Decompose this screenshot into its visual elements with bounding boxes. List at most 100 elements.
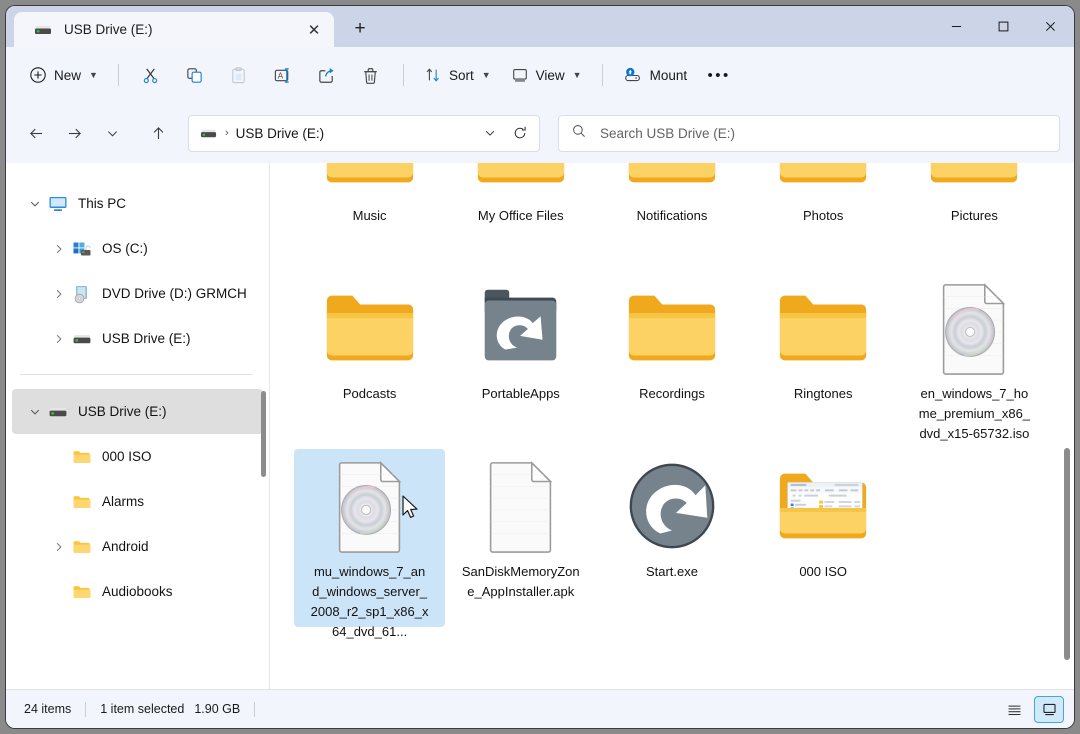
sidebar-item-label: 000 ISO bbox=[102, 449, 152, 464]
file-item[interactable]: PortableApps bbox=[445, 271, 596, 449]
chevron-down-icon[interactable] bbox=[22, 198, 48, 210]
sidebar-item-alarms[interactable]: Alarms bbox=[12, 479, 263, 524]
paste-button[interactable] bbox=[218, 57, 260, 93]
forward-button[interactable] bbox=[56, 115, 92, 151]
status-divider-2 bbox=[254, 702, 255, 717]
folder-thumbnail-icon bbox=[774, 457, 872, 555]
file-item[interactable]: 000 ISO bbox=[748, 449, 899, 627]
chevron-right-icon[interactable] bbox=[46, 333, 72, 345]
sidebar-item-dvd-drive-d-grmch[interactable]: DVD Drive (D:) GRMCH bbox=[12, 271, 263, 316]
sort-button[interactable]: Sort ▼ bbox=[415, 57, 500, 93]
toolbar-divider-3 bbox=[602, 64, 603, 86]
content-scrollbar[interactable] bbox=[1064, 448, 1070, 660]
sidebar-item-usb-drive-e[interactable]: USB Drive (E:) bbox=[12, 316, 263, 361]
file-item[interactable]: en_windows_7_home_premium_x86_dvd_x15-65… bbox=[899, 271, 1050, 449]
view-icon bbox=[511, 66, 529, 84]
details-view-button[interactable] bbox=[999, 696, 1029, 723]
file-item[interactable]: Ringtones bbox=[748, 271, 899, 449]
arrow-right-icon bbox=[66, 125, 83, 142]
minimize-button[interactable] bbox=[933, 6, 980, 47]
address-row: › USB Drive (E:) Search US bbox=[6, 103, 1074, 163]
back-button[interactable] bbox=[18, 115, 54, 151]
sidebar-item-usb-drive-e[interactable]: USB Drive (E:) bbox=[12, 389, 263, 434]
maximize-button[interactable] bbox=[980, 6, 1027, 47]
more-options-button[interactable]: ••• bbox=[698, 57, 740, 93]
chevron-right-icon[interactable] bbox=[46, 541, 72, 553]
folder-icon bbox=[72, 537, 92, 557]
sidebar-item-000-iso[interactable]: 000 ISO bbox=[12, 434, 263, 479]
tab-strip: USB Drive (E:) ✕ + bbox=[6, 6, 378, 47]
file-item-label: Start.exe bbox=[613, 562, 731, 582]
copy-button[interactable] bbox=[174, 57, 216, 93]
file-item[interactable]: Recordings bbox=[596, 271, 747, 449]
file-item[interactable]: Podcasts bbox=[294, 271, 445, 449]
file-item-selected[interactable]: mu_windows_7_and_windows_server_2008_r2_… bbox=[294, 449, 445, 627]
paste-icon bbox=[229, 66, 248, 85]
delete-button[interactable] bbox=[350, 57, 392, 93]
tab-title: USB Drive (E:) bbox=[64, 22, 300, 37]
selection-size: 1.90 GB bbox=[194, 702, 240, 716]
chevron-down-icon bbox=[483, 126, 497, 140]
sort-icon bbox=[424, 66, 442, 84]
folder-icon bbox=[472, 163, 570, 199]
file-item-label: PortableApps bbox=[462, 384, 580, 404]
new-button[interactable]: New ▼ bbox=[20, 57, 107, 93]
file-item-label: Photos bbox=[764, 206, 882, 226]
chevron-right-icon[interactable] bbox=[46, 243, 72, 255]
ellipsis-icon: ••• bbox=[707, 67, 730, 84]
file-item[interactable]: Photos bbox=[748, 163, 899, 271]
address-bar[interactable]: › USB Drive (E:) bbox=[188, 115, 540, 152]
file-item[interactable]: Notifications bbox=[596, 163, 747, 271]
sidebar-item-this-pc[interactable]: This PC bbox=[12, 181, 263, 226]
large-icons-view-button[interactable] bbox=[1034, 696, 1064, 723]
sidebar-item-android[interactable]: Android bbox=[12, 524, 263, 569]
recent-locations-button[interactable] bbox=[94, 115, 130, 151]
share-button[interactable] bbox=[306, 57, 348, 93]
tab-usb-drive[interactable]: USB Drive (E:) ✕ bbox=[14, 12, 334, 47]
new-tab-button[interactable]: + bbox=[342, 12, 378, 46]
close-tab-button[interactable]: ✕ bbox=[300, 16, 328, 44]
file-item[interactable]: My Office Files bbox=[445, 163, 596, 271]
chevron-right-icon[interactable] bbox=[46, 288, 72, 300]
usb-drive-icon bbox=[200, 125, 217, 142]
view-toggles bbox=[999, 696, 1064, 723]
mount-button[interactable]: Mount bbox=[614, 57, 697, 93]
file-item[interactable]: SanDiskMemoryZone_AppInstaller.apk bbox=[445, 449, 596, 627]
portableapps-folder-icon bbox=[472, 279, 570, 377]
folder-icon bbox=[774, 163, 872, 199]
chevron-down-icon[interactable] bbox=[22, 406, 48, 418]
this-pc-icon bbox=[48, 194, 68, 214]
file-item-label: SanDiskMemoryZone_AppInstaller.apk bbox=[462, 562, 580, 602]
explorer-body: This PCOS (C:)DVD Drive (D:) GRMCHUSB Dr… bbox=[6, 163, 1074, 689]
file-item[interactable]: Music bbox=[294, 163, 445, 271]
cut-button[interactable] bbox=[130, 57, 172, 93]
file-item[interactable]: Pictures bbox=[899, 163, 1050, 271]
search-input[interactable]: Search USB Drive (E:) bbox=[600, 126, 735, 141]
svg-text:A: A bbox=[278, 71, 284, 80]
file-item-label: 000 ISO bbox=[764, 562, 882, 582]
file-item-label: Ringtones bbox=[764, 384, 882, 404]
chevron-down-icon: ▼ bbox=[573, 70, 582, 80]
view-button[interactable]: View ▼ bbox=[502, 57, 591, 93]
up-button[interactable] bbox=[140, 115, 176, 151]
trash-icon bbox=[361, 66, 380, 85]
file-item-label: My Office Files bbox=[462, 206, 580, 226]
file-item-label: Recordings bbox=[613, 384, 731, 404]
copy-icon bbox=[185, 66, 204, 85]
refresh-button[interactable] bbox=[505, 118, 535, 148]
search-box[interactable]: Search USB Drive (E:) bbox=[558, 115, 1060, 152]
usb-drive-icon bbox=[48, 402, 68, 422]
address-dropdown-button[interactable] bbox=[475, 118, 505, 148]
sidebar-scrollbar[interactable] bbox=[261, 391, 266, 477]
rename-button[interactable]: A bbox=[262, 57, 304, 93]
start-exe-icon bbox=[623, 457, 721, 555]
iso-file-icon bbox=[925, 279, 1023, 377]
share-icon bbox=[317, 66, 336, 85]
title-bar: USB Drive (E:) ✕ + bbox=[6, 6, 1074, 47]
sidebar-item-audiobooks[interactable]: Audiobooks bbox=[12, 569, 263, 614]
close-window-button[interactable] bbox=[1027, 6, 1074, 47]
file-item[interactable]: Start.exe bbox=[596, 449, 747, 627]
breadcrumb-current[interactable]: USB Drive (E:) bbox=[236, 126, 475, 141]
sidebar-item-os-c[interactable]: OS (C:) bbox=[12, 226, 263, 271]
plus-circle-icon bbox=[29, 66, 47, 84]
